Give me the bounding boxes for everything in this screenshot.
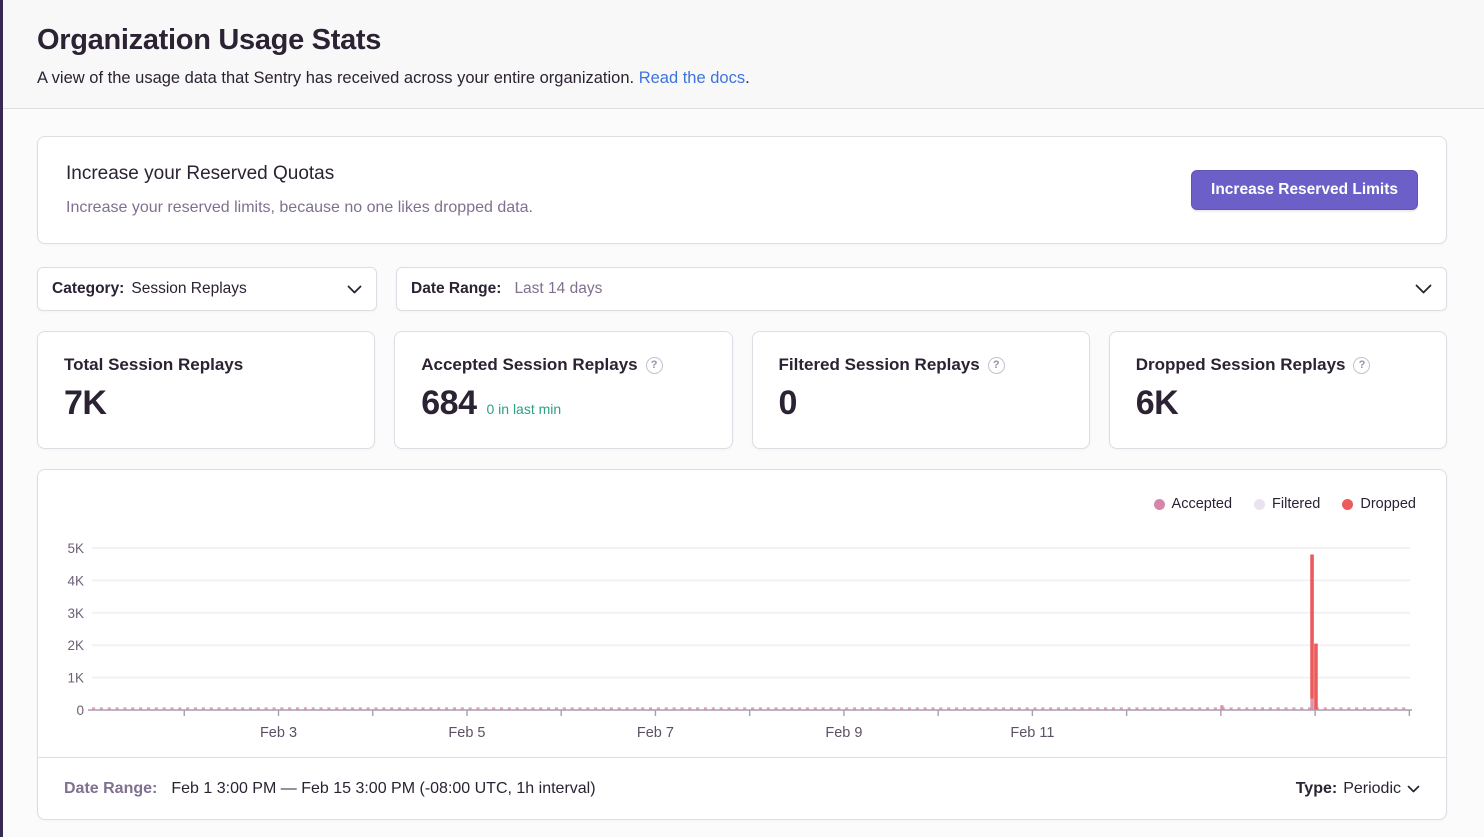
type-label: Type:: [1296, 780, 1337, 798]
chart-footer: Date Range: Feb 1 3:00 PM — Feb 15 3:00 …: [38, 757, 1446, 819]
svg-text:Feb 9: Feb 9: [825, 725, 862, 741]
score-card-row: Total Session Replays 7K Accepted Sessio…: [37, 331, 1447, 449]
filter-row: Category: Session Replays Date Range: La…: [37, 267, 1447, 311]
svg-text:2K: 2K: [67, 638, 84, 653]
legend-item-dropped[interactable]: Dropped: [1342, 496, 1416, 512]
svg-text:5K: 5K: [67, 541, 84, 556]
sidebar-edge: [0, 0, 3, 837]
legend-item-filtered[interactable]: Filtered: [1254, 496, 1320, 512]
help-icon[interactable]: ?: [1353, 357, 1370, 374]
svg-text:3K: 3K: [67, 606, 84, 621]
date-range-label: Date Range:: [411, 280, 501, 298]
dropped-dot-icon: [1342, 499, 1353, 510]
legend-label: Accepted: [1172, 496, 1232, 512]
score-card-trend: 0 in last min: [486, 401, 561, 417]
banner-text: Increase your Reserved Quotas Increase y…: [66, 163, 533, 217]
score-card-value: 7K: [64, 384, 106, 423]
legend-label: Filtered: [1272, 496, 1320, 512]
category-label: Category:: [52, 280, 124, 298]
chevron-down-icon: [1407, 785, 1420, 793]
svg-text:Feb 11: Feb 11: [1010, 725, 1054, 741]
page-header: Organization Usage Stats A view of the u…: [0, 0, 1484, 109]
type-value: Periodic: [1343, 780, 1401, 798]
legend-item-accepted[interactable]: Accepted: [1154, 496, 1232, 512]
score-card-accepted: Accepted Session Replays ? 684 0 in last…: [394, 331, 732, 449]
svg-text:Feb 5: Feb 5: [448, 725, 485, 741]
page-title: Organization Usage Stats: [37, 24, 1447, 57]
svg-text:0: 0: [76, 703, 84, 718]
usage-bar-chart: 0 1K 2K 3K 4K 5K Feb 3 Feb 5 Feb 7 Feb 9 Feb 11: [38, 480, 1446, 752]
accepted-dot-icon: [1154, 499, 1165, 510]
chevron-down-icon: [347, 285, 362, 294]
page-subtitle: A view of the usage data that Sentry has…: [37, 69, 1447, 88]
category-value: Session Replays: [131, 280, 246, 298]
help-icon[interactable]: ?: [646, 357, 663, 374]
chart-area: 0 1K 2K 3K 4K 5K Feb 3 Feb 5 Feb 7 Feb 9 Feb 11: [38, 470, 1446, 757]
svg-text:Feb 3: Feb 3: [260, 725, 297, 741]
usage-chart-card: Accepted Filtered Dropped 0 1K 2K 3K 4K 5K Feb…: [37, 469, 1447, 820]
banner-title: Increase your Reserved Quotas: [66, 163, 533, 185]
main-content: Increase your Reserved Quotas Increase y…: [0, 109, 1484, 820]
subtitle-period: .: [745, 69, 750, 87]
footer-date-range-value: Feb 1 3:00 PM — Feb 15 3:00 PM (-08:00 U…: [171, 780, 595, 798]
date-range-value: Last 14 days: [514, 280, 602, 298]
score-card-value: 0: [779, 384, 797, 423]
date-range-select[interactable]: Date Range: Last 14 days: [396, 267, 1447, 311]
score-card-title: Filtered Session Replays: [779, 355, 980, 375]
score-card-value: 6K: [1136, 384, 1178, 423]
category-select[interactable]: Category: Session Replays: [37, 267, 377, 311]
type-select[interactable]: Type: Periodic: [1296, 780, 1420, 798]
legend-label: Dropped: [1360, 496, 1416, 512]
score-card-value: 684: [421, 384, 476, 423]
read-the-docs-link[interactable]: Read the docs: [639, 69, 745, 87]
reserved-quota-banner: Increase your Reserved Quotas Increase y…: [37, 136, 1447, 244]
score-card-total: Total Session Replays 7K: [37, 331, 375, 449]
filtered-dot-icon: [1254, 499, 1265, 510]
score-card-title: Dropped Session Replays: [1136, 355, 1346, 375]
svg-text:4K: 4K: [67, 573, 84, 588]
svg-text:Feb 7: Feb 7: [637, 725, 674, 741]
help-icon[interactable]: ?: [988, 357, 1005, 374]
chart-legend: Accepted Filtered Dropped: [1154, 496, 1416, 512]
score-card-title: Accepted Session Replays: [421, 355, 637, 375]
increase-reserved-limits-button[interactable]: Increase Reserved Limits: [1191, 170, 1418, 210]
footer-date-range-label: Date Range:: [64, 780, 157, 798]
banner-description: Increase your reserved limits, because n…: [66, 199, 533, 217]
score-card-filtered: Filtered Session Replays ? 0: [752, 331, 1090, 449]
svg-text:1K: 1K: [67, 671, 84, 686]
score-card-dropped: Dropped Session Replays ? 6K: [1109, 331, 1447, 449]
score-card-title: Total Session Replays: [64, 355, 243, 375]
subtitle-text: A view of the usage data that Sentry has…: [37, 69, 634, 87]
chevron-down-icon: [1415, 284, 1432, 294]
